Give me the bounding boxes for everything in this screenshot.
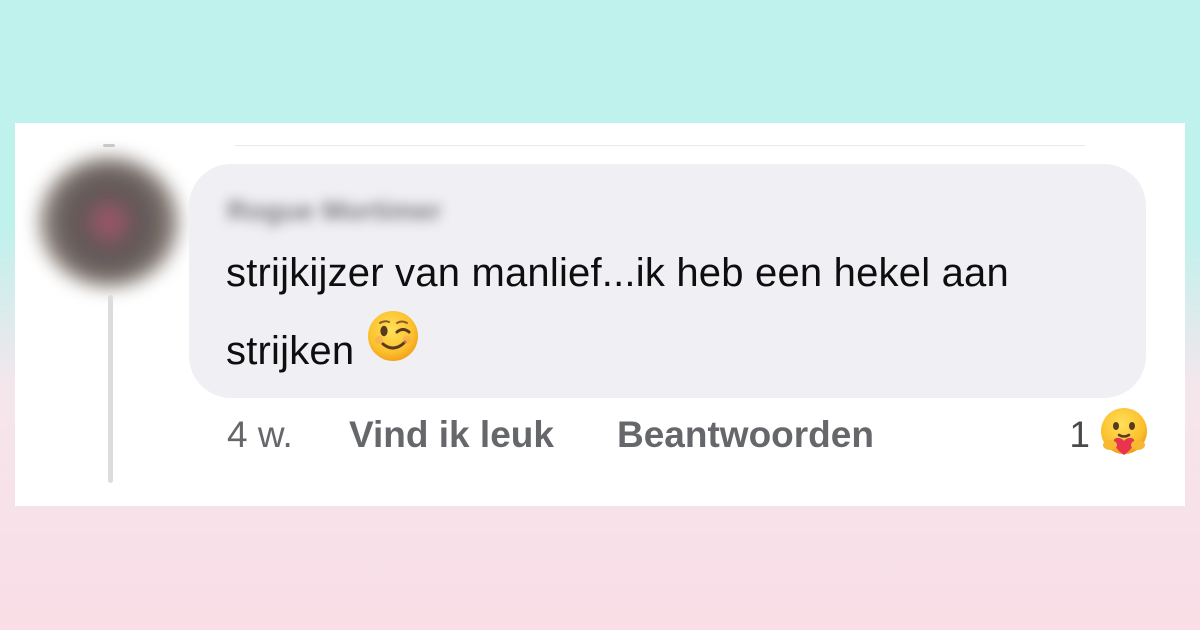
reaction-count: 1 xyxy=(1069,414,1090,455)
winking-face-icon xyxy=(366,309,420,389)
care-reaction-icon xyxy=(1098,407,1150,464)
previous-thread-edge xyxy=(103,144,115,147)
comment-bubble: Rogue Mortimer strijkijzer van manlief..… xyxy=(189,164,1146,398)
comment-body: strijkijzer van manlief...ik heb een hek… xyxy=(226,234,1126,390)
like-button[interactable]: Vind ik leuk xyxy=(349,413,554,457)
comment-card: Rogue Mortimer strijkijzer van manlief..… xyxy=(15,123,1185,506)
comment-author[interactable]: Rogue Mortimer xyxy=(227,197,527,225)
comment-timestamp[interactable]: 4 w. xyxy=(227,413,293,457)
avatar[interactable] xyxy=(39,157,179,287)
divider xyxy=(235,145,1085,146)
thread-line xyxy=(108,295,113,483)
reactions-summary[interactable]: 1 xyxy=(1069,407,1150,464)
reply-button[interactable]: Beantwoorden xyxy=(617,413,874,457)
comment-text: strijkijzer van manlief...ik heb een hek… xyxy=(226,251,1009,373)
